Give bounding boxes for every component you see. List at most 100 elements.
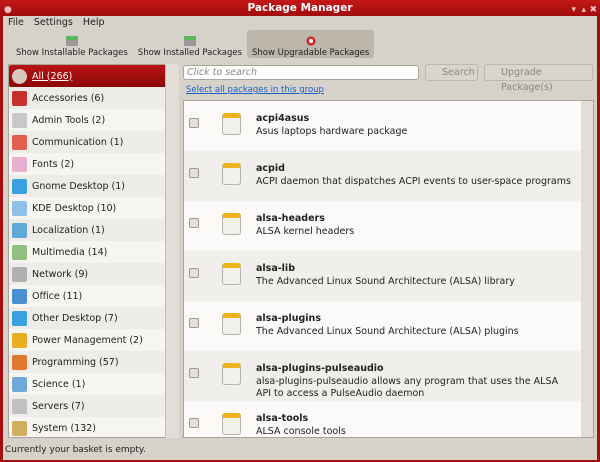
- category-label: Servers (7): [32, 400, 85, 412]
- category-item[interactable]: All (266): [9, 65, 178, 87]
- category-icon: [12, 376, 27, 392]
- category-item[interactable]: Multimedia (14): [9, 241, 178, 263]
- package-checkbox[interactable]: [189, 118, 199, 128]
- category-label: Gnome Desktop (1): [32, 180, 125, 192]
- menu-file[interactable]: File: [8, 17, 24, 29]
- package-description: ALSA console tools: [256, 426, 346, 437]
- package-icon: [222, 313, 241, 335]
- package-checkbox[interactable]: [189, 418, 199, 428]
- category-icon: [12, 420, 27, 436]
- package-row[interactable]: alsa-tools ALSA console tools: [184, 401, 593, 437]
- package-name: alsa-tools: [256, 413, 309, 424]
- toolbar-label: Show Installed Packages: [137, 48, 243, 58]
- package-row[interactable]: acpi4asus Asus laptops hardware package: [184, 101, 593, 151]
- toolbar-label: Show Installable Packages: [16, 48, 128, 58]
- category-item[interactable]: Power Management (2): [9, 329, 178, 351]
- category-label: Localization (1): [32, 224, 105, 236]
- status-bar: Currently your basket is empty.: [5, 445, 146, 455]
- package-name: alsa-headers: [256, 213, 325, 224]
- category-icon: [12, 398, 27, 414]
- category-label: Network (9): [32, 268, 89, 280]
- category-list: All (266) Accessories (6) Admin Tools (2) C…: [8, 64, 179, 438]
- main-window: File Settings Help Show Installable Packag…: [3, 16, 597, 460]
- menu-settings[interactable]: Settings: [34, 17, 73, 29]
- category-item[interactable]: Servers (7): [9, 395, 178, 417]
- category-icon: [12, 354, 27, 370]
- category-label: Multimedia (14): [32, 246, 108, 258]
- category-item[interactable]: Office (11): [9, 285, 178, 307]
- package-icon: [222, 113, 241, 135]
- category-item[interactable]: Admin Tools (2): [9, 109, 178, 131]
- category-label: Programming (57): [32, 356, 119, 368]
- category-item[interactable]: Accessories (6): [9, 87, 178, 109]
- package-row[interactable]: alsa-plugins-pulseaudio alsa-plugins-puls…: [184, 351, 593, 401]
- title-bar: Package Manager ● ▾ ▴ ✖: [0, 0, 600, 16]
- toolbar-button-2[interactable]: Show Upgradable Packages: [247, 30, 375, 58]
- menu-bar: File Settings Help: [8, 17, 105, 29]
- installable-icon: [65, 36, 78, 46]
- category-icon: [12, 156, 27, 172]
- toolbar-button-1[interactable]: Show Installed Packages: [133, 30, 247, 58]
- package-checkbox[interactable]: [189, 168, 199, 178]
- package-row[interactable]: alsa-lib The Advanced Linux Sound Archite…: [184, 251, 593, 301]
- package-description: alsa-plugins-pulseaudio allows any progr…: [256, 376, 559, 399]
- category-icon: [12, 332, 27, 348]
- package-name: alsa-plugins: [256, 313, 321, 324]
- search-button[interactable]: Search: [425, 64, 478, 81]
- installed-icon: [183, 36, 196, 46]
- package-description: The Advanced Linux Sound Architecture (A…: [256, 276, 515, 287]
- search-input[interactable]: Click to search: [183, 65, 419, 80]
- package-name: acpid: [256, 163, 285, 174]
- category-item[interactable]: Programming (57): [9, 351, 178, 373]
- toolbar-button-0[interactable]: Show Installable Packages: [11, 30, 133, 58]
- category-label: Power Management (2): [32, 334, 143, 346]
- package-icon: [222, 363, 241, 385]
- category-icon: [12, 222, 27, 238]
- category-label: Fonts (2): [32, 158, 75, 170]
- category-item[interactable]: Science (1): [9, 373, 178, 395]
- menu-help[interactable]: Help: [83, 17, 105, 29]
- category-item[interactable]: Communication (1): [9, 131, 178, 153]
- package-checkbox[interactable]: [189, 218, 199, 228]
- category-label: KDE Desktop (10): [32, 202, 117, 214]
- category-item[interactable]: System (132): [9, 417, 178, 437]
- category-label: Science (1): [32, 378, 86, 390]
- category-icon: [12, 68, 27, 84]
- category-label: Accessories (6): [32, 92, 105, 104]
- package-row[interactable]: alsa-headers ALSA kernel headers: [184, 201, 593, 251]
- category-icon: [12, 244, 27, 260]
- category-label: System (132): [32, 422, 96, 434]
- category-item[interactable]: Gnome Desktop (1): [9, 175, 178, 197]
- package-checkbox[interactable]: [189, 368, 199, 378]
- package-name: acpi4asus: [256, 113, 310, 124]
- category-icon: [12, 288, 27, 304]
- category-item[interactable]: Other Desktop (7): [9, 307, 178, 329]
- package-checkbox[interactable]: [189, 268, 199, 278]
- package-description: The Advanced Linux Sound Architecture (A…: [256, 326, 519, 337]
- package-checkbox[interactable]: [189, 318, 199, 328]
- upgrade-packages-button[interactable]: Upgrade Package(s): [484, 64, 593, 93]
- package-icon: [222, 263, 241, 285]
- category-item[interactable]: Localization (1): [9, 219, 178, 241]
- category-scrollbar[interactable]: [165, 64, 179, 438]
- category-icon: [12, 310, 27, 326]
- category-item[interactable]: Fonts (2): [9, 153, 178, 175]
- category-label: All (266): [32, 70, 73, 82]
- toolbar-label: Show Upgradable Packages: [252, 48, 370, 58]
- package-icon: [222, 213, 241, 235]
- window-title: Package Manager: [247, 2, 353, 14]
- category-icon: [12, 134, 27, 150]
- category-item[interactable]: Network (9): [9, 263, 178, 285]
- upgradable-icon: [304, 36, 317, 46]
- select-all-link[interactable]: Select all packages in this group: [186, 85, 324, 95]
- package-row[interactable]: acpid ACPI daemon that dispatches ACPI ev…: [184, 151, 593, 201]
- package-name: alsa-plugins-pulseaudio: [256, 363, 384, 374]
- category-icon: [12, 90, 27, 106]
- category-icon: [12, 266, 27, 282]
- package-scrollbar[interactable]: [581, 101, 593, 437]
- package-icon: [222, 163, 241, 185]
- category-label: Admin Tools (2): [32, 114, 106, 126]
- package-row[interactable]: alsa-plugins The Advanced Linux Sound Arc…: [184, 301, 593, 351]
- category-item[interactable]: KDE Desktop (10): [9, 197, 178, 219]
- category-icon: [12, 178, 27, 194]
